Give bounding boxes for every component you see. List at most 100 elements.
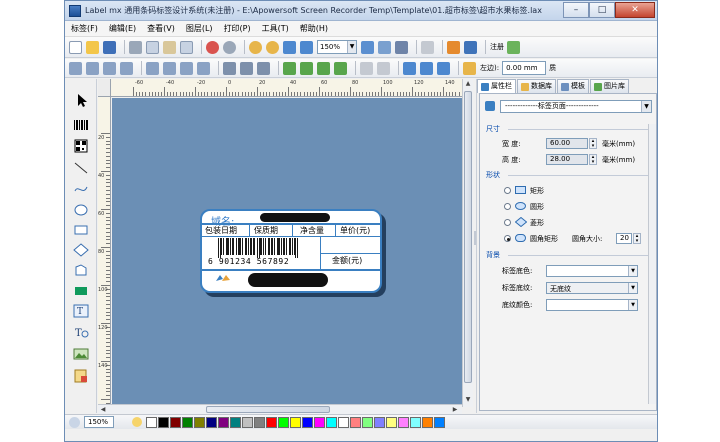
minimize-button[interactable]: –	[563, 2, 589, 18]
scroll-up-icon[interactable]: ▲	[463, 79, 473, 89]
horizontal-scrollbar[interactable]: ◀ ▶	[98, 404, 462, 414]
web-icon[interactable]	[507, 40, 520, 54]
zoom-out-icon[interactable]	[266, 40, 279, 54]
database-tool-icon[interactable]	[73, 369, 89, 383]
same-height-icon[interactable]	[197, 61, 210, 75]
menu-help[interactable]: 帮助(H)	[300, 23, 328, 34]
color-swatch[interactable]	[374, 416, 385, 428]
menu-edit[interactable]: 编辑(E)	[109, 23, 136, 34]
group-icon[interactable]	[360, 61, 373, 75]
zoom-select[interactable]: 150% ▼	[317, 40, 357, 54]
color-swatch[interactable]	[278, 416, 289, 428]
grid-icon[interactable]	[437, 61, 450, 75]
lock-icon[interactable]	[403, 61, 416, 75]
shape-circle-radio[interactable]	[504, 203, 511, 210]
image-tool-icon[interactable]	[73, 347, 89, 361]
color-swatch[interactable]	[206, 416, 217, 428]
maximize-button[interactable]: □	[589, 2, 615, 18]
no-color-swatch[interactable]	[146, 416, 157, 428]
close-button[interactable]: ✕	[615, 2, 655, 18]
line-tool-icon[interactable]	[73, 161, 89, 175]
copy-icon[interactable]	[146, 40, 159, 54]
open-folder-icon[interactable]	[86, 40, 99, 54]
help-icon[interactable]	[464, 40, 477, 54]
vertical-scroll-thumb[interactable]	[464, 91, 472, 383]
center-page-icon[interactable]	[257, 61, 270, 75]
align-middle-icon[interactable]	[146, 61, 159, 75]
align-center-icon[interactable]	[86, 61, 99, 75]
corner-size-input[interactable]: 20	[616, 233, 632, 244]
shape-rect-radio[interactable]	[504, 187, 511, 194]
clone-icon[interactable]	[180, 40, 193, 54]
menu-print[interactable]: 打印(P)	[224, 23, 251, 34]
corner-size-spinner[interactable]: ▴ ▾	[633, 233, 641, 244]
tab-image-library[interactable]: 图片库	[590, 79, 629, 93]
color-swatch[interactable]	[290, 416, 301, 428]
color-swatch[interactable]	[230, 416, 241, 428]
texture-select[interactable]: 无底纹 ▼	[546, 282, 638, 294]
height-input[interactable]: 28.00	[546, 154, 588, 165]
tab-properties[interactable]: 属性栏	[477, 79, 516, 93]
width-input[interactable]: 60.00	[546, 138, 588, 149]
barcode-tool-icon[interactable]	[73, 119, 89, 133]
space-horizontal-icon[interactable]	[223, 61, 236, 75]
cut-icon[interactable]	[129, 40, 142, 54]
redo-icon[interactable]	[223, 40, 236, 54]
align-left-icon[interactable]	[69, 61, 82, 75]
color-swatch[interactable]	[266, 416, 277, 428]
qrcode-tool-icon[interactable]	[73, 139, 89, 153]
color-swatch[interactable]	[350, 416, 361, 428]
align-top-icon[interactable]	[120, 61, 133, 75]
left-margin-input[interactable]: 0.00 mm	[502, 61, 547, 75]
texture-color-select[interactable]: ▼	[546, 299, 638, 311]
color-swatch[interactable]	[158, 416, 169, 428]
options-icon[interactable]	[447, 40, 460, 54]
diamond-tool-icon[interactable]	[73, 243, 89, 257]
space-vertical-icon[interactable]	[240, 61, 253, 75]
same-width-icon[interactable]	[180, 61, 193, 75]
shape-diamond-radio[interactable]	[504, 219, 511, 226]
text-tool-icon[interactable]: T	[73, 304, 89, 318]
color-swatch[interactable]	[302, 416, 313, 428]
color-swatch[interactable]	[434, 416, 445, 428]
paste-icon[interactable]	[163, 40, 176, 54]
menu-tools[interactable]: 工具(T)	[262, 23, 289, 34]
object-select[interactable]: -------------标签页面------------- ▼	[500, 100, 652, 113]
forward-icon[interactable]	[317, 61, 330, 75]
print-setup-icon[interactable]	[395, 40, 408, 54]
color-swatch[interactable]	[254, 416, 265, 428]
bring-front-icon[interactable]	[283, 61, 296, 75]
zoom-in-icon[interactable]	[249, 40, 262, 54]
send-back-icon[interactable]	[300, 61, 313, 75]
tab-database[interactable]: 数据库	[517, 79, 556, 93]
fill-color-select[interactable]: ▼	[546, 265, 638, 277]
shape-rounded-radio[interactable]	[504, 235, 511, 242]
color-swatch[interactable]	[386, 416, 397, 428]
menu-view[interactable]: 查看(V)	[147, 23, 175, 34]
design-canvas[interactable]: 域名: 包装日期 保质期 净含量 单价(元) 金额(元) 6 901234 56…	[112, 98, 462, 404]
height-spinner[interactable]: ▴ ▾	[589, 154, 597, 165]
filled-rect-tool-icon[interactable]	[73, 284, 89, 298]
new-file-icon[interactable]	[69, 40, 82, 54]
label-preview[interactable]: 域名: 包装日期 保质期 净含量 单价(元) 金额(元) 6 901234 56…	[200, 209, 382, 293]
rich-text-tool-icon[interactable]: T	[73, 325, 89, 339]
rectangle-tool-icon[interactable]	[73, 223, 89, 237]
unlock-icon[interactable]	[420, 61, 433, 75]
vertical-scrollbar[interactable]: ▲ ▼	[462, 79, 473, 407]
print-icon[interactable]	[378, 40, 391, 54]
polygon-tool-icon[interactable]	[73, 263, 89, 277]
fit-page-icon[interactable]	[283, 40, 296, 54]
color-swatch[interactable]	[338, 416, 349, 428]
zoom-icon[interactable]	[69, 416, 80, 428]
ellipse-tool-icon[interactable]	[73, 203, 89, 217]
color-swatch[interactable]	[314, 416, 325, 428]
align-right-icon[interactable]	[103, 61, 116, 75]
panel-scrollbar[interactable]	[648, 124, 656, 404]
fit-width-icon[interactable]	[300, 40, 313, 54]
menu-label[interactable]: 标签(F)	[71, 23, 98, 34]
ungroup-icon[interactable]	[377, 61, 390, 75]
curve-tool-icon[interactable]	[73, 182, 89, 196]
color-swatch[interactable]	[242, 416, 253, 428]
calculator-icon[interactable]	[421, 40, 434, 54]
color-swatch[interactable]	[218, 416, 229, 428]
